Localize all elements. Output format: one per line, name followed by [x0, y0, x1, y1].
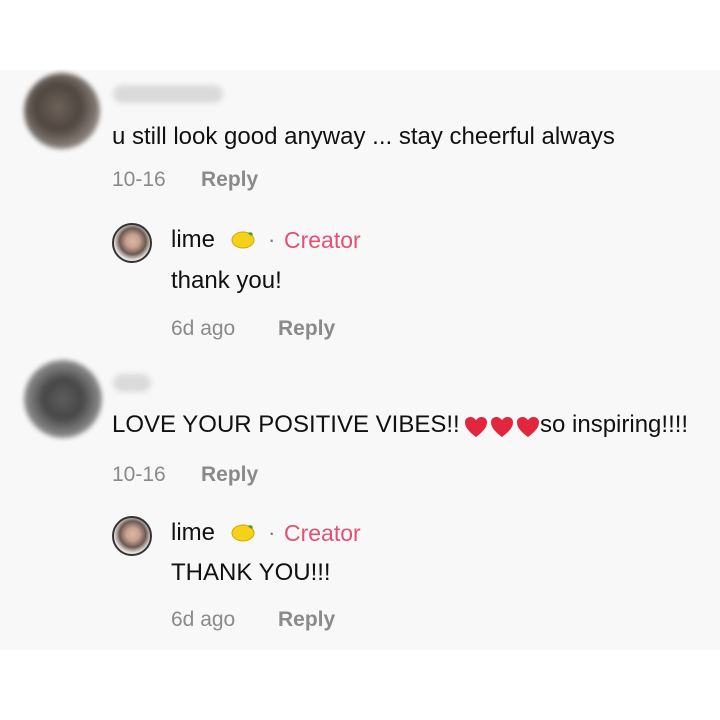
separator-dot: ·: [268, 227, 276, 252]
comments-panel: u still look good anyway ... stay cheerf…: [0, 70, 720, 650]
comment-text-suffix: so inspiring!!!!: [540, 411, 689, 438]
comment-text-prefix: LOVE YOUR POSITIVE VIBES!!: [112, 411, 460, 438]
reply-text: thank you!: [171, 267, 282, 294]
blurred-username: [113, 374, 151, 392]
reply-time: 6d ago: [171, 608, 236, 631]
creator-badge: Creator: [284, 520, 361, 546]
blurred-username: [113, 85, 223, 103]
reply-time: 6d ago: [171, 317, 236, 340]
reply-text: THANK YOU!!!: [171, 559, 331, 586]
blurred-user-avatar[interactable]: [24, 73, 100, 149]
comment-date: 10-16: [112, 168, 166, 191]
comment-item-2: LOVE YOUR POSITIVE VIBES!! so inspiring!…: [0, 360, 720, 650]
separator-dot: ·: [268, 520, 276, 545]
creator-badge: Creator: [284, 227, 361, 253]
creator-name[interactable]: lime: [171, 225, 215, 255]
heart-icon: [517, 417, 539, 437]
creator-avatar[interactable]: [112, 223, 152, 263]
comment-text: u still look good anyway ... stay cheerf…: [112, 123, 615, 150]
lemon-icon: [231, 524, 255, 542]
reply-button[interactable]: Reply: [278, 608, 335, 632]
heart-icon: [491, 417, 513, 437]
creator-name[interactable]: lime: [171, 518, 215, 548]
comment-item-1: u still look good anyway ... stay cheerf…: [0, 70, 720, 360]
blurred-user-avatar[interactable]: [24, 360, 102, 438]
creator-avatar[interactable]: [112, 516, 152, 556]
comment-thread-screenshot: u still look good anyway ... stay cheerf…: [0, 0, 720, 720]
lemon-icon: [231, 231, 255, 249]
creator-reply: lime · Creator thank you! 6d ago Reply: [112, 215, 612, 345]
reply-button[interactable]: Reply: [201, 463, 258, 487]
creator-reply: lime · Creator THANK YOU!!! 6d ago Reply: [112, 510, 612, 640]
comment-date: 10-16: [112, 463, 166, 486]
reply-button[interactable]: Reply: [278, 317, 335, 341]
reply-button[interactable]: Reply: [201, 168, 258, 192]
heart-icon: [465, 417, 487, 437]
